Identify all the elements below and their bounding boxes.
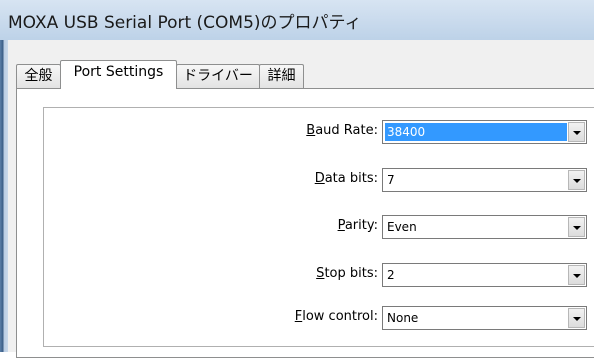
baud-rate-row: Baud Rate: 38400 xyxy=(44,120,594,144)
baud-rate-select[interactable]: 38400 xyxy=(382,120,587,144)
window-title: MOXA USB Serial Port (COM5)のプロパティ xyxy=(8,13,362,33)
tab-general-label: 全般 xyxy=(24,68,53,84)
parity-row: Parity: Even xyxy=(44,215,594,239)
flow-control-label: Flow control: xyxy=(294,309,378,324)
data-bits-select[interactable]: 7 xyxy=(382,168,587,192)
flow-control-row: Flow control: None xyxy=(44,306,594,330)
data-bits-value: 7 xyxy=(387,173,395,187)
stop-bits-label: Stop bits: xyxy=(316,266,378,281)
tab-port-settings-label: Port Settings xyxy=(73,64,164,80)
port-settings-panel: Baud Rate: 38400 Data bits: 7 Parity: Ev… xyxy=(16,88,594,358)
parity-value: Even xyxy=(387,220,417,234)
tab-general[interactable]: 全般 xyxy=(16,64,61,88)
window-frame-left xyxy=(0,40,8,352)
baud-rate-label: Baud Rate: xyxy=(306,123,378,138)
baud-rate-value: 38400 xyxy=(385,123,567,141)
tab-port-settings[interactable]: Port Settings xyxy=(60,60,177,89)
properties-window: MOXA USB Serial Port (COM5)のプロパティ 全般 Por… xyxy=(0,0,594,358)
tab-driver[interactable]: ドライバー xyxy=(176,64,260,88)
flow-control-value: None xyxy=(387,311,419,325)
stop-bits-row: Stop bits: 2 xyxy=(44,263,594,287)
tab-strip: 全般 Port Settings ドライバー 詳細 xyxy=(16,60,594,89)
parity-select[interactable]: Even xyxy=(382,215,587,239)
flow-control-select[interactable]: None xyxy=(382,306,587,330)
title-bar[interactable]: MOXA USB Serial Port (COM5)のプロパティ xyxy=(0,0,594,40)
chevron-down-icon[interactable] xyxy=(568,217,585,237)
parity-label: Parity: xyxy=(337,218,378,233)
dialog-client-area: 全般 Port Settings ドライバー 詳細 Baud Rate: 384… xyxy=(8,40,594,358)
chevron-down-icon[interactable] xyxy=(568,170,585,190)
chevron-down-icon[interactable] xyxy=(568,308,585,328)
stop-bits-select[interactable]: 2 xyxy=(382,263,587,287)
tab-details-label: 詳細 xyxy=(267,68,296,84)
settings-group: Baud Rate: 38400 Data bits: 7 Parity: Ev… xyxy=(43,107,594,347)
tab-driver-label: ドライバー xyxy=(183,68,253,84)
stop-bits-value: 2 xyxy=(387,268,395,282)
data-bits-label: Data bits: xyxy=(314,171,378,186)
chevron-down-icon[interactable] xyxy=(568,265,585,285)
chevron-down-icon[interactable] xyxy=(568,122,585,142)
data-bits-row: Data bits: 7 xyxy=(44,168,594,192)
tab-details[interactable]: 詳細 xyxy=(259,64,304,88)
